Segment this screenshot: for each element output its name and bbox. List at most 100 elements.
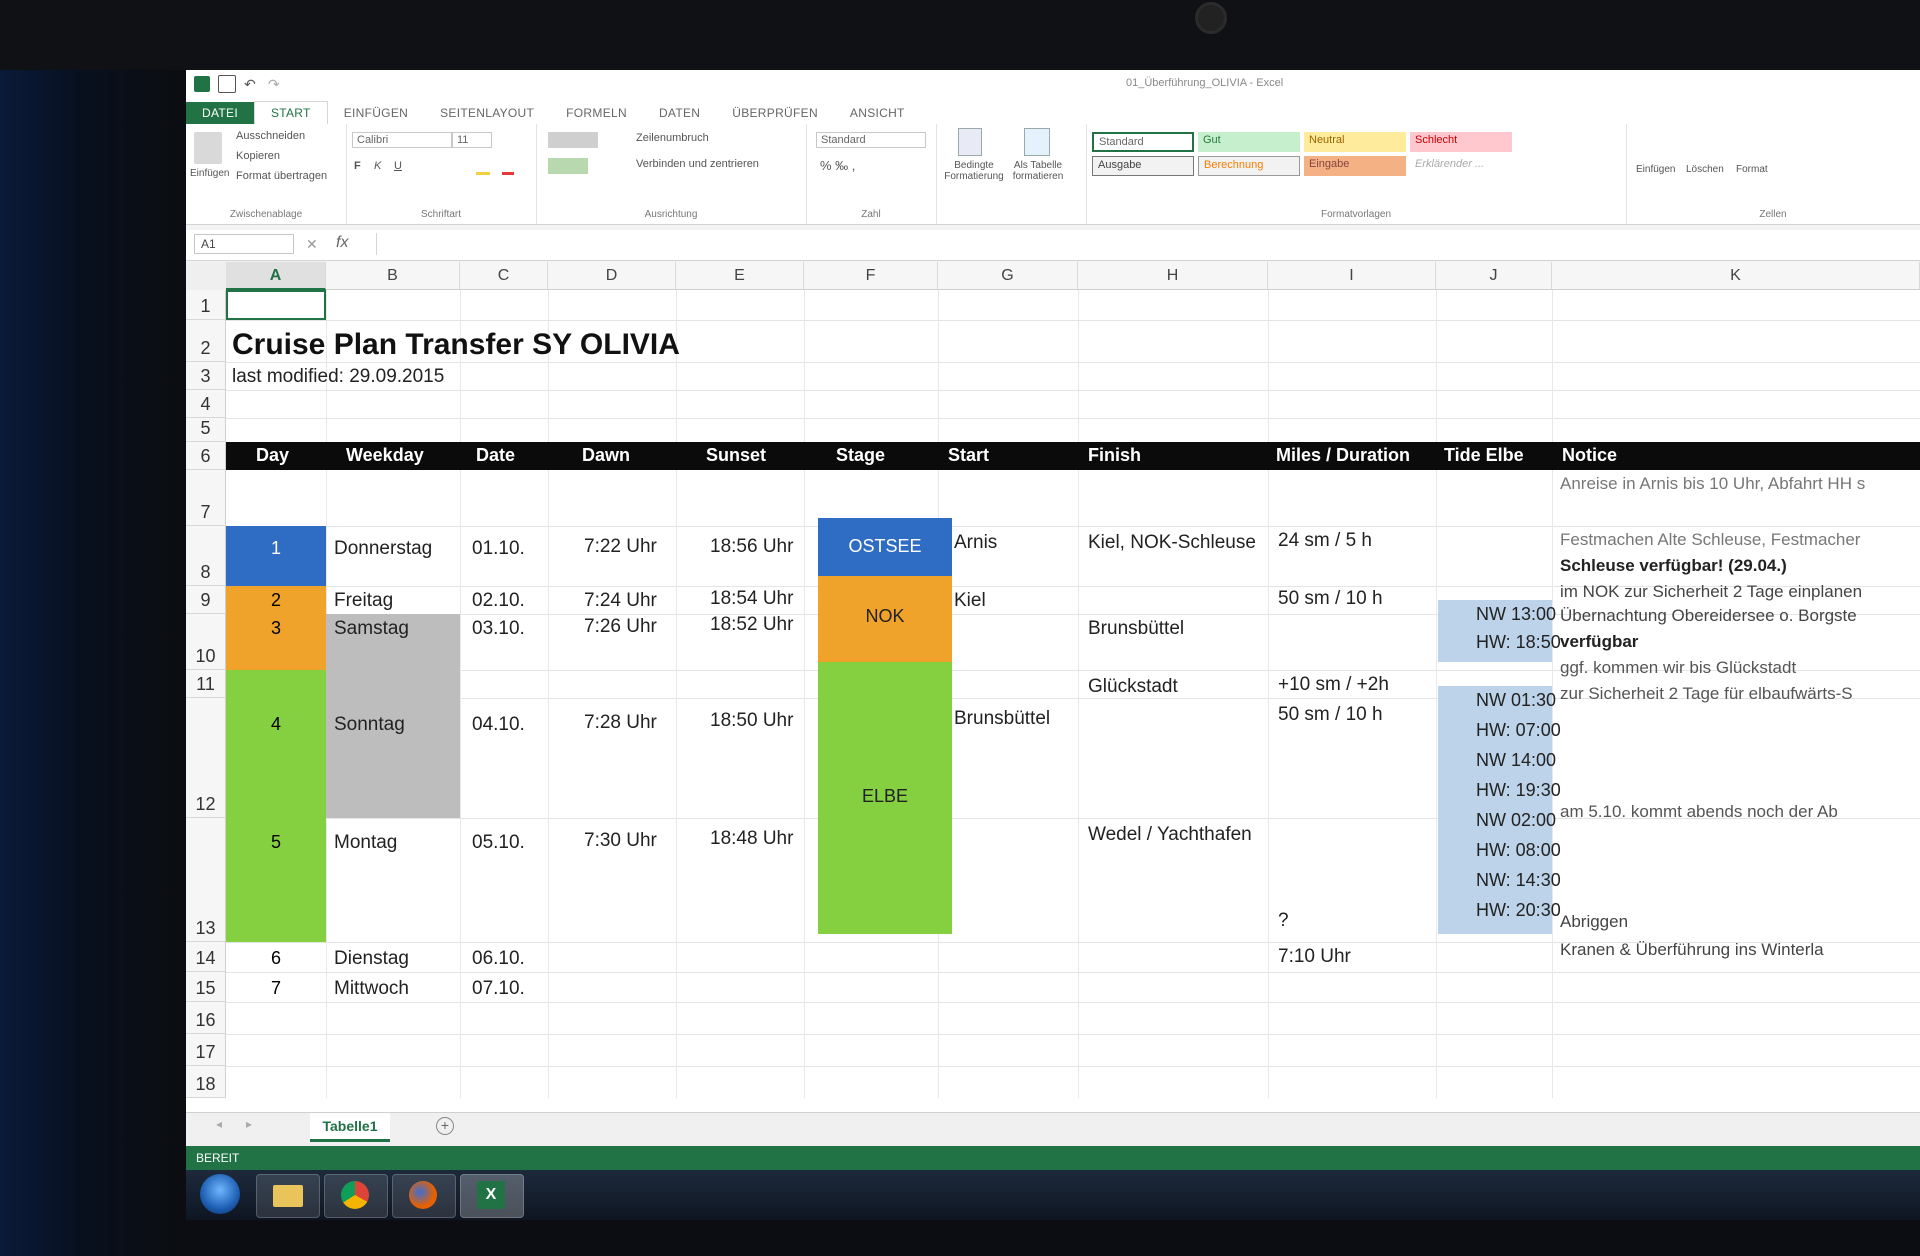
- row-header-16[interactable]: 16: [186, 1002, 226, 1034]
- miles-cell: 50 sm / 10 h: [1278, 704, 1383, 725]
- cancel-icon[interactable]: ✕: [306, 236, 318, 253]
- tab-review[interactable]: ÜBERPRÜFEN: [716, 102, 834, 124]
- formula-input[interactable]: [376, 233, 1907, 255]
- header-stage: Stage: [836, 445, 886, 465]
- conditional-format-button[interactable]: Bedingte Formatierung: [944, 160, 1004, 182]
- weekday-cell: Sonntag: [334, 714, 405, 735]
- format-table-icon[interactable]: [1024, 128, 1050, 156]
- wrap-text-button[interactable]: Zeilenumbruch: [636, 132, 709, 144]
- style-input[interactable]: Eingabe: [1304, 156, 1406, 176]
- paste-button[interactable]: Einfügen: [190, 168, 229, 179]
- sheet-tab-tabelle1[interactable]: Tabelle1: [310, 1113, 390, 1142]
- paste-icon[interactable]: [194, 132, 222, 164]
- style-good[interactable]: Gut: [1198, 132, 1300, 152]
- save-icon[interactable]: [218, 75, 236, 93]
- column-header-b[interactable]: B: [326, 262, 460, 290]
- scroll-right-icon[interactable]: ▸: [246, 1117, 252, 1131]
- tab-formulas[interactable]: FORMELN: [550, 102, 643, 124]
- style-neutral[interactable]: Neutral: [1304, 132, 1406, 152]
- column-header-c[interactable]: C: [460, 262, 548, 290]
- spreadsheet-grid[interactable]: A B C D E F G H I J K 1 2 3 4 5 6 7 8 9 …: [186, 262, 1920, 1112]
- style-bad[interactable]: Schlecht: [1410, 132, 1512, 152]
- italic-button[interactable]: K: [374, 160, 381, 172]
- row-header-11[interactable]: 11: [186, 670, 226, 698]
- column-header-k[interactable]: K: [1552, 262, 1920, 290]
- tab-file[interactable]: DATEI: [186, 102, 254, 124]
- font-color-icon[interactable]: [502, 160, 514, 175]
- bold-button[interactable]: F: [354, 160, 361, 172]
- start-button-icon[interactable]: [200, 1174, 240, 1214]
- column-header-j[interactable]: J: [1436, 262, 1552, 290]
- tab-data[interactable]: DATEN: [643, 102, 716, 124]
- font-size-select[interactable]: 11: [452, 132, 492, 148]
- column-header-e[interactable]: E: [676, 262, 804, 290]
- format-cells-button[interactable]: Format: [1736, 164, 1768, 175]
- row-header-4[interactable]: 4: [186, 390, 226, 418]
- firefox-taskbar-button[interactable]: [392, 1174, 456, 1218]
- row-header-14[interactable]: 14: [186, 942, 226, 972]
- column-header-g[interactable]: G: [938, 262, 1078, 290]
- row-header-3[interactable]: 3: [186, 362, 226, 390]
- excel-taskbar-button[interactable]: X: [460, 1174, 524, 1218]
- row-header-1[interactable]: 1: [186, 290, 226, 320]
- cut-button[interactable]: Ausschneiden: [236, 130, 305, 142]
- row-header-15[interactable]: 15: [186, 972, 226, 1002]
- number-format-select[interactable]: Standard: [816, 132, 926, 148]
- copy-button[interactable]: Kopieren: [236, 150, 280, 162]
- column-header-f[interactable]: F: [804, 262, 938, 290]
- underline-button[interactable]: U: [394, 160, 402, 172]
- row-header-5[interactable]: 5: [186, 418, 226, 442]
- name-box[interactable]: A1: [194, 234, 294, 254]
- column-header-h[interactable]: H: [1078, 262, 1268, 290]
- day-number: 5: [270, 832, 281, 852]
- column-header-a[interactable]: A: [226, 262, 326, 290]
- tab-insert[interactable]: EINFÜGEN: [328, 102, 424, 124]
- selected-cell-a1[interactable]: [226, 290, 326, 320]
- merge-center-button[interactable]: Verbinden und zentrieren: [636, 158, 759, 170]
- tab-page-layout[interactable]: SEITENLAYOUT: [424, 102, 550, 124]
- tab-view[interactable]: ANSICHT: [834, 102, 921, 124]
- row-header-8[interactable]: 8: [186, 526, 226, 586]
- format-painter-button[interactable]: Format übertragen: [236, 170, 327, 182]
- style-calculation[interactable]: Berechnung: [1198, 156, 1300, 176]
- select-all-corner[interactable]: [186, 262, 227, 291]
- percent-icon[interactable]: % ‰ ,: [820, 158, 855, 173]
- chrome-taskbar-button[interactable]: [324, 1174, 388, 1218]
- format-as-table-button[interactable]: Als Tabelle formatieren: [1008, 160, 1068, 182]
- scroll-left-icon[interactable]: ◂: [216, 1117, 222, 1131]
- finish-cell: Brunsbüttel: [1088, 618, 1185, 639]
- notice-cell: am 5.10. kommt abends noch der Ab: [1560, 802, 1838, 821]
- date-cell: 06.10.: [472, 948, 525, 969]
- row-header-10[interactable]: 10: [186, 614, 226, 670]
- align-center-icon[interactable]: [548, 158, 588, 174]
- gridline: [548, 290, 549, 1098]
- gridline: [226, 418, 1920, 419]
- conditional-format-icon[interactable]: [958, 128, 982, 156]
- style-explanatory[interactable]: Erklärender ...: [1410, 156, 1512, 176]
- align-top-icon[interactable]: [548, 132, 598, 148]
- row-header-13[interactable]: 13: [186, 818, 226, 942]
- delete-cells-button[interactable]: Löschen: [1686, 164, 1724, 175]
- row-header-7[interactable]: 7: [186, 470, 226, 526]
- column-header-i[interactable]: I: [1268, 262, 1436, 290]
- insert-cells-button[interactable]: Einfügen: [1636, 164, 1675, 175]
- fill-color-icon[interactable]: [476, 160, 490, 175]
- row-header-18[interactable]: 18: [186, 1066, 226, 1098]
- row-header-12[interactable]: 12: [186, 698, 226, 818]
- column-header-d[interactable]: D: [548, 262, 676, 290]
- tab-start[interactable]: START: [253, 101, 328, 124]
- row-header-2[interactable]: 2: [186, 320, 226, 362]
- font-name-select[interactable]: Calibri: [352, 132, 452, 148]
- row-header-6[interactable]: 6: [186, 442, 226, 470]
- function-icon[interactable]: fx: [336, 234, 348, 252]
- stage-ostsee: OSTSEE: [848, 536, 922, 556]
- row-header-17[interactable]: 17: [186, 1034, 226, 1066]
- explorer-taskbar-button[interactable]: [256, 1174, 320, 1218]
- notice-cell: Abriggen: [1560, 912, 1629, 931]
- add-sheet-icon[interactable]: +: [436, 1117, 454, 1135]
- redo-icon[interactable]: ↷: [268, 76, 284, 92]
- undo-icon[interactable]: ↶: [244, 76, 260, 92]
- style-output[interactable]: Ausgabe: [1092, 156, 1194, 176]
- style-standard[interactable]: Standard: [1092, 132, 1194, 152]
- row-header-9[interactable]: 9: [186, 586, 226, 614]
